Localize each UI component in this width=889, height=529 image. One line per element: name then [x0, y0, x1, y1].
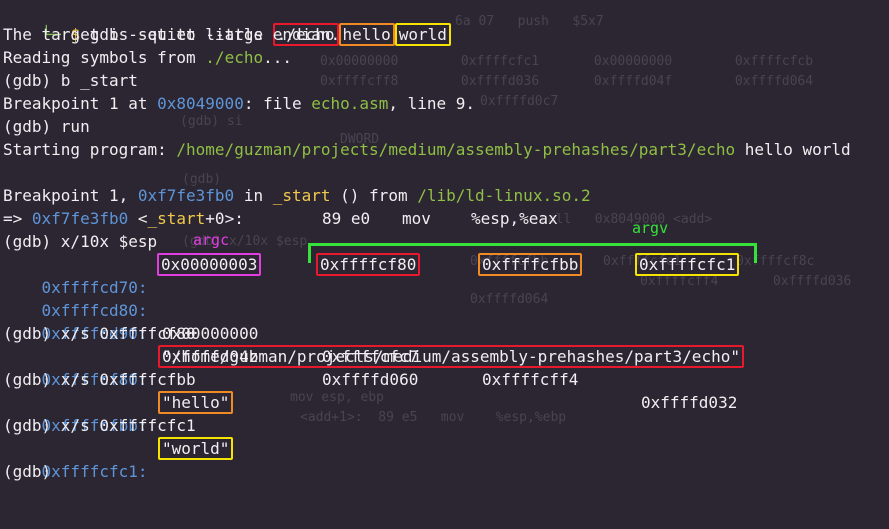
hit-address: 0xf7fe3fb0: [137, 186, 235, 205]
start-args: hello world: [735, 140, 851, 159]
xs-command: (gdb) x/s 0xffffcf80: [3, 324, 196, 343]
current-instruction-line: => 0xf7fe3fb0 <_start+0>: 89 e0 mov %esp,%e…: [3, 207, 851, 230]
instr-function: _start: [147, 209, 206, 228]
instr-address: 0xf7fe3fb0: [31, 209, 129, 228]
memory-row: 0xffffcd80: 0x00000000 0xffffcfc7 0xffff…: [3, 276, 851, 412]
memory-row: 0xffffcd90: 0xffffd04b 0xffffd060: [3, 299, 851, 389]
reading-symbols-line: Reading symbols from ./echo...: [3, 46, 851, 69]
bp-file: echo.asm: [311, 94, 389, 113]
instr-lt: <: [128, 209, 148, 228]
instr-op: mov: [402, 209, 431, 228]
bp-prefix: Breakpoint 1 at: [3, 94, 158, 113]
starting-program-line: Starting program: /home/guzman/projects/…: [3, 138, 851, 161]
breakpoint-set-line: Breakpoint 1 at 0x8049000: file echo.asm…: [3, 92, 851, 115]
hit-lib: /lib/ld-linux.so.2: [417, 186, 591, 205]
string-row: 0xffffcfbb: "hello": [3, 391, 851, 435]
endian-line: The target is set to little endian.: [3, 25, 341, 44]
string-row: 0xffffcfc1: "world": [3, 437, 851, 481]
reading-path: ./echo: [205, 48, 264, 67]
hit-mid: () from: [330, 186, 418, 205]
instr-args: %esp,%eax: [471, 209, 558, 228]
reading-suffix: ...: [263, 48, 292, 67]
string-row: 0xffffcf80: "/home/guzman/projects/mediu…: [3, 345, 851, 389]
xs-command: (gdb) x/s 0xffffcfc1: [3, 416, 196, 435]
bp-mid: : file: [243, 94, 312, 113]
arrow: =>: [3, 209, 32, 228]
break-command: (gdb) b _start: [3, 71, 138, 90]
start-prefix: Starting program:: [3, 140, 177, 159]
argv-label: argv: [632, 219, 669, 237]
hit-function: _start: [272, 186, 331, 205]
argc-value-box: 0x00000003: [157, 253, 262, 276]
reading-prefix: Reading symbols from: [3, 48, 206, 67]
xs-command: (gdb) x/s 0xffffcfbb: [3, 370, 196, 389]
terminal-output: └─ $ gdb --quiet --args ./echo hello world…: [3, 0, 851, 483]
run-command: (gdb) run: [3, 117, 90, 136]
argc-label: argc: [193, 231, 230, 249]
hit-in: in: [234, 186, 273, 205]
instr-offset: +0>:: [205, 209, 244, 228]
hit-prefix: Breakpoint 1,: [3, 186, 138, 205]
program-path-string-box: "/home/guzman/projects/medium/assembly-p…: [158, 345, 744, 368]
hello-string-box: "hello": [158, 391, 234, 414]
breakpoint-hit-line: Breakpoint 1, 0xf7fe3fb0 in _start () fr…: [3, 184, 851, 207]
world-string-box: "world": [158, 437, 234, 460]
bp-address: 0x8049000: [157, 94, 244, 113]
gdb-prompt: (gdb): [3, 462, 52, 481]
instr-bytes: 89 e0: [322, 209, 371, 228]
command-line: └─ $ gdb --quiet --args ./echo hello world: [3, 0, 851, 46]
bp-suffix: , line 9.: [388, 94, 476, 113]
start-path: /home/guzman/projects/medium/assembly-pr…: [176, 140, 736, 159]
argv-bracket: [308, 243, 757, 263]
